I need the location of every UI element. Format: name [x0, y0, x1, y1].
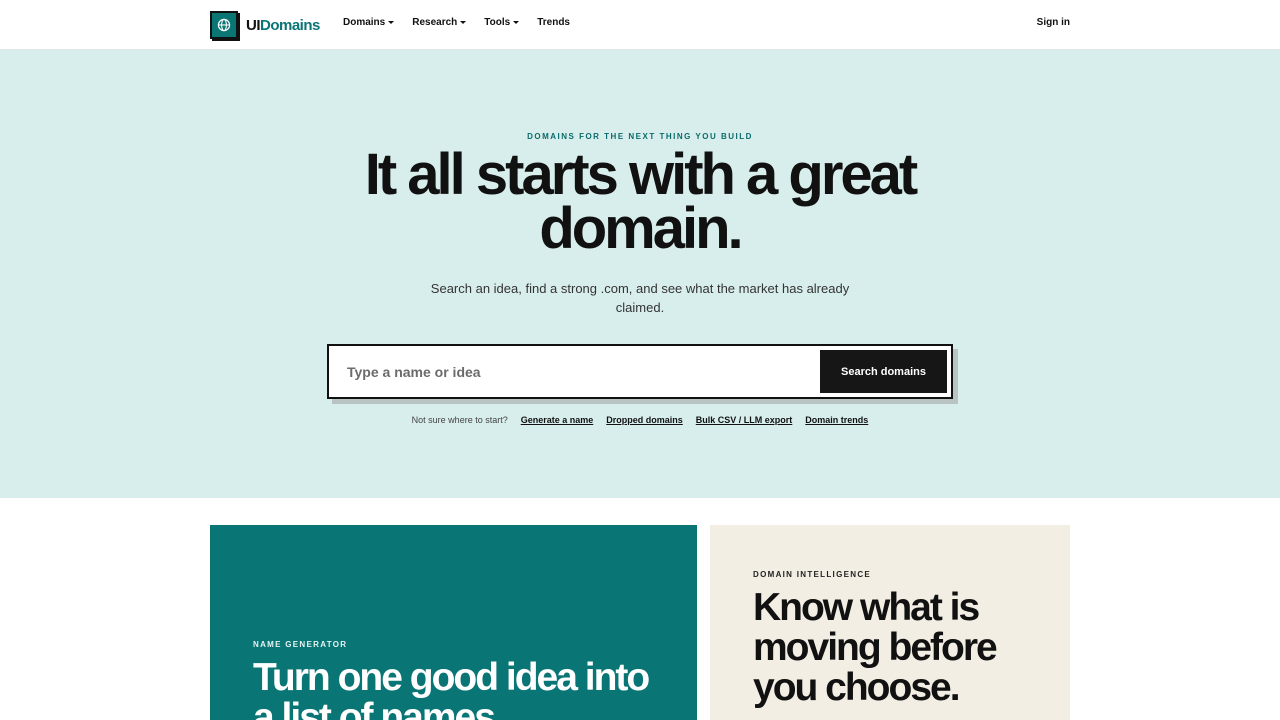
- card-label: DOMAIN INTELLIGENCE: [753, 570, 872, 579]
- search-domains-button[interactable]: Search domains: [820, 350, 947, 393]
- domain-trends-link[interactable]: Domain trends: [805, 415, 868, 425]
- quick-links: Not sure where to start? Generate a name…: [0, 415, 1280, 425]
- caret-down-icon: [460, 21, 467, 24]
- domain-search-form: Search domains: [327, 344, 953, 399]
- brand-name-part2: Domains: [260, 16, 320, 34]
- nav-item-research[interactable]: Research: [412, 17, 467, 28]
- dropped-domains-link[interactable]: Dropped domains: [606, 415, 683, 425]
- card-title: Turn one good idea into a list of names.: [253, 656, 650, 720]
- sign-in-link[interactable]: Sign in: [1037, 17, 1070, 28]
- caret-down-icon: [388, 21, 395, 24]
- nav-item-label: Trends: [537, 17, 570, 28]
- nav-item-tools[interactable]: Tools: [484, 17, 520, 28]
- card-label: NAME GENERATOR: [253, 640, 348, 649]
- domain-search-input[interactable]: [347, 362, 807, 382]
- brand-name: UIDomains: [246, 17, 320, 34]
- generate-name-link[interactable]: Generate a name: [521, 415, 594, 425]
- domain-intelligence-card[interactable]: DOMAIN INTELLIGENCE Know what is moving …: [710, 525, 1070, 720]
- nav-item-label: Domains: [343, 17, 386, 28]
- site-header: UIDomains Domains Research Tools Trends …: [0, 0, 1280, 50]
- hero-subheadline: Search an idea, find a strong .com, and …: [430, 281, 850, 315]
- caret-down-icon: [513, 21, 520, 24]
- nav-item-domains[interactable]: Domains: [343, 17, 395, 28]
- hero-section: DOMAINS FOR THE NEXT THING YOU BUILD It …: [0, 50, 1280, 498]
- quick-links-lead: Not sure where to start?: [411, 415, 508, 425]
- globe-icon: [210, 11, 238, 39]
- hero-eyebrow: DOMAINS FOR THE NEXT THING YOU BUILD: [527, 132, 753, 141]
- nav-item-label: Tools: [484, 17, 511, 28]
- nav-item-label: Research: [412, 17, 458, 28]
- brand-logo[interactable]: UIDomains: [210, 11, 320, 39]
- brand-name-part1: UI: [246, 16, 261, 34]
- name-generator-card[interactable]: NAME GENERATOR Turn one good idea into a…: [210, 525, 697, 720]
- bulk-export-link[interactable]: Bulk CSV / LLM export: [696, 415, 793, 425]
- main-nav: Domains Research Tools Trends: [343, 17, 588, 28]
- card-title: Know what is moving before you choose.: [753, 586, 998, 709]
- hero-headline: It all starts with a great domain.: [364, 142, 919, 261]
- nav-item-trends[interactable]: Trends: [537, 17, 570, 28]
